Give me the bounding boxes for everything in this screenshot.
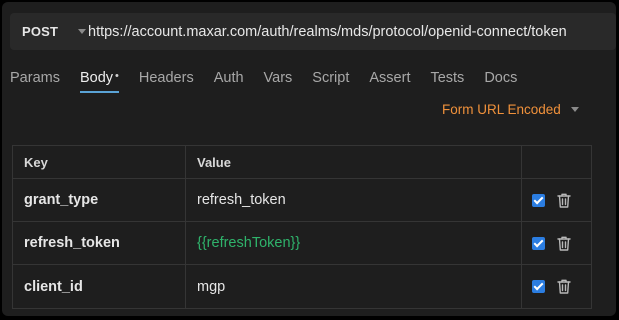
- enable-checkbox[interactable]: [532, 236, 545, 250]
- tab-script[interactable]: Script: [312, 70, 349, 86]
- table-row: client_id mgp: [13, 265, 591, 308]
- tab-params[interactable]: Params: [10, 70, 60, 86]
- trash-icon[interactable]: [555, 234, 573, 252]
- trash-icon[interactable]: [555, 191, 573, 209]
- tab-vars[interactable]: Vars: [264, 70, 293, 86]
- row-actions: [522, 222, 591, 264]
- param-value[interactable]: {{refreshToken}}: [186, 222, 522, 264]
- tab-label: Body: [79, 70, 114, 86]
- method-selector[interactable]: POST: [10, 24, 88, 39]
- param-value[interactable]: mgp: [186, 265, 522, 308]
- method-label: POST: [22, 24, 59, 39]
- tab-auth[interactable]: Auth: [214, 70, 244, 86]
- tab-label: Auth: [213, 70, 244, 86]
- enable-checkbox[interactable]: [532, 280, 545, 293]
- body-mode-selector[interactable]: Form URL Encoded: [442, 102, 579, 117]
- tab-label: Script: [312, 70, 350, 86]
- trash-icon[interactable]: [555, 278, 573, 296]
- tab-assert[interactable]: Assert: [369, 70, 410, 86]
- param-key[interactable]: grant_type: [13, 179, 186, 221]
- param-value[interactable]: refresh_token: [186, 179, 522, 221]
- param-key[interactable]: client_id: [13, 265, 186, 308]
- tab-label: Assert: [369, 70, 411, 86]
- tab-label: Headers: [138, 70, 194, 86]
- chevron-down-icon: [570, 107, 579, 112]
- row-actions: [522, 179, 591, 221]
- form-params-table: Key Value grant_type refresh_token refre…: [12, 145, 592, 309]
- chevron-down-icon: [78, 29, 86, 34]
- tab-body[interactable]: Body •: [79, 70, 119, 93]
- table-header: Key Value: [13, 146, 591, 179]
- tab-docs[interactable]: Docs: [484, 70, 517, 86]
- actions-column-header: [522, 146, 591, 178]
- url-input[interactable]: https://account.maxar.com/auth/realms/md…: [88, 13, 616, 50]
- modified-indicator: •: [115, 70, 119, 82]
- body-mode-label: Form URL Encoded: [442, 102, 561, 117]
- tab-label: Vars: [263, 70, 293, 86]
- url-bar: POST https://account.maxar.com/auth/real…: [10, 13, 616, 50]
- request-tabs: Params Body • Headers Auth Vars Script As…: [10, 70, 537, 93]
- key-column-header: Key: [13, 146, 186, 178]
- request-panel: POST https://account.maxar.com/auth/real…: [2, 2, 616, 316]
- table-row: grant_type refresh_token: [13, 179, 591, 222]
- value-column-header: Value: [186, 146, 522, 178]
- tab-label: Params: [10, 70, 60, 86]
- tab-label: Docs: [484, 70, 518, 86]
- param-key[interactable]: refresh_token: [13, 222, 186, 264]
- tab-label: Tests: [430, 70, 465, 86]
- table-row: refresh_token {{refreshToken}}: [13, 222, 591, 265]
- tab-tests[interactable]: Tests: [430, 70, 464, 86]
- enable-checkbox[interactable]: [532, 193, 545, 207]
- row-actions: [522, 265, 591, 308]
- tab-headers[interactable]: Headers: [139, 70, 194, 86]
